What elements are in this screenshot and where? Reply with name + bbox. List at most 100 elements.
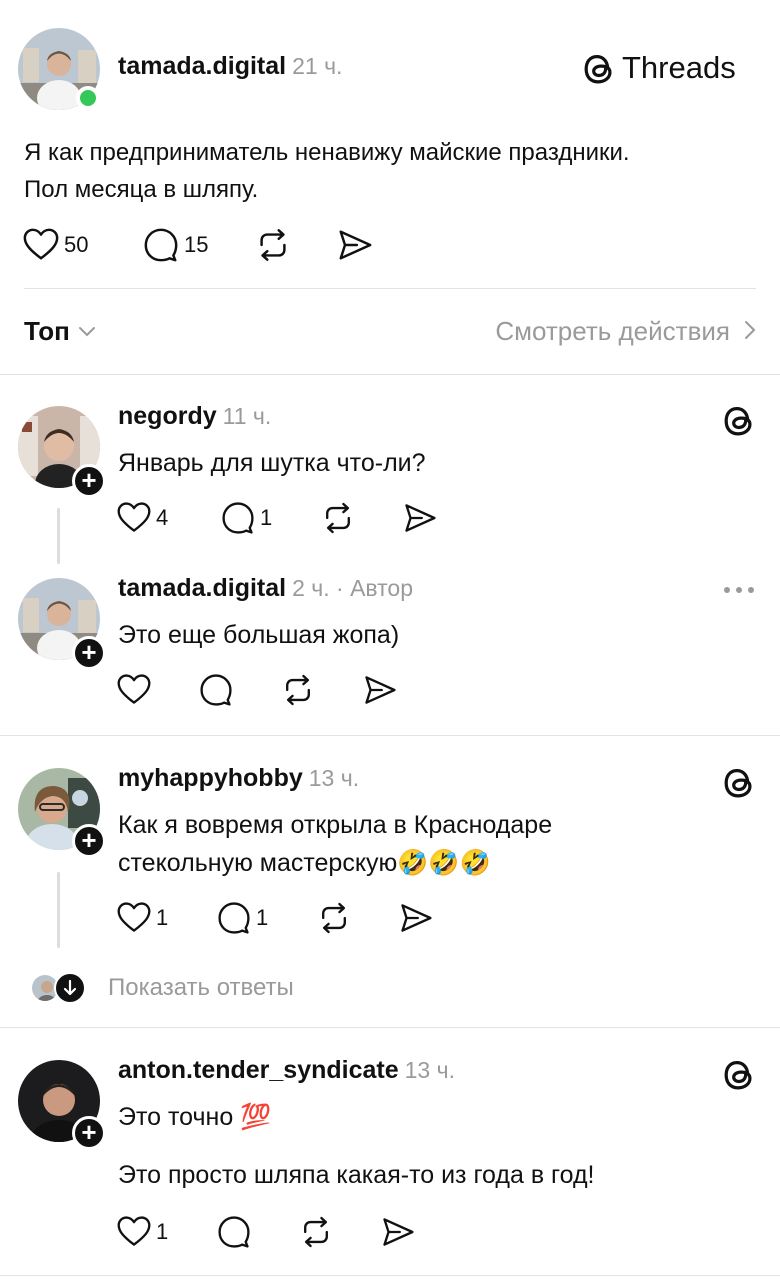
like-button[interactable]	[116, 670, 152, 710]
comment-icon	[216, 900, 252, 936]
share-icon	[336, 226, 374, 264]
comment-actions: 1	[116, 1212, 436, 1252]
repost-icon	[280, 672, 316, 708]
heart-icon	[22, 226, 60, 264]
repost-button[interactable]	[254, 225, 292, 265]
comment-author[interactable]: negordy 11 ч.	[118, 402, 271, 431]
repost-icon	[316, 900, 352, 936]
comment-icon	[198, 672, 234, 708]
comment-username[interactable]: anton.tender_syndicate	[118, 1056, 399, 1084]
comment-icon	[142, 226, 180, 264]
divider	[0, 1027, 780, 1028]
heart-icon	[116, 500, 152, 536]
share-icon	[362, 672, 398, 708]
repost-button[interactable]	[316, 898, 352, 938]
reply-button[interactable]	[198, 670, 234, 710]
reply-button[interactable]: 1	[216, 898, 268, 938]
like-button[interactable]: 4	[116, 498, 168, 538]
post-author[interactable]: tamada.digital 21 ч.	[118, 52, 342, 81]
comment-icon	[220, 500, 256, 536]
chevron-right-icon	[744, 320, 756, 345]
share-button[interactable]	[402, 498, 438, 538]
like-button[interactable]: 1	[116, 898, 168, 938]
heart-icon	[116, 1214, 152, 1250]
divider	[0, 374, 780, 375]
divider	[0, 735, 780, 736]
follow-plus-icon[interactable]: +	[72, 464, 106, 498]
post-time: 21 ч.	[292, 53, 343, 79]
threads-logo-icon[interactable]	[720, 764, 758, 807]
comment-time: 13 ч.	[404, 1057, 455, 1083]
share-button[interactable]	[398, 898, 434, 938]
share-button[interactable]	[336, 225, 374, 265]
comment-username[interactable]: negordy	[118, 402, 217, 430]
share-icon	[398, 900, 434, 936]
reply-count: 1	[256, 905, 269, 930]
heart-icon	[116, 900, 152, 936]
thread-line	[57, 872, 60, 948]
online-status-dot	[76, 86, 100, 110]
like-count: 1	[156, 905, 169, 930]
like-count: 4	[156, 505, 169, 530]
comment-icon	[216, 1214, 252, 1250]
divider	[24, 288, 756, 289]
view-activity-label: Смотреть действия	[495, 316, 730, 346]
reply-count: 1	[260, 505, 273, 530]
share-icon	[402, 500, 438, 536]
post-username[interactable]: tamada.digital	[118, 52, 286, 80]
comment-time: 13 ч.	[308, 765, 360, 791]
divider	[0, 1275, 780, 1276]
comment-username[interactable]: myhappyhobby	[118, 764, 303, 792]
share-icon	[380, 1214, 416, 1250]
thread-line	[57, 508, 60, 564]
more-icon[interactable]	[722, 582, 756, 603]
share-button[interactable]	[380, 1212, 416, 1252]
chevron-down-icon	[78, 325, 96, 343]
comment-text-line-1: Это точно 💯	[118, 1103, 272, 1131]
post-text-line-1: Я как предприниматель ненавижу майские п…	[24, 139, 630, 166]
repost-button[interactable]	[320, 498, 356, 538]
repost-icon	[298, 1214, 334, 1250]
comment-author[interactable]: myhappyhobby 13 ч.	[118, 764, 359, 793]
like-count: 50	[64, 232, 89, 257]
follow-plus-icon[interactable]: +	[72, 824, 106, 858]
comment-author[interactable]: tamada.digital 2 ч. · Автор	[118, 574, 413, 603]
repost-icon	[320, 500, 356, 536]
comment-text: Это еще большая жопа)	[118, 621, 400, 649]
comment-time: 2 ч. · Автор	[292, 575, 414, 601]
comment-text-line-1: Как я вовремя открыла в Краснодаре	[118, 811, 553, 839]
comment-text: Январь для шутка что-ли?	[118, 449, 426, 477]
repost-icon	[254, 226, 292, 264]
comment-actions	[116, 670, 416, 710]
brand-name: Threads	[622, 50, 736, 85]
like-button[interactable]: 1	[116, 1212, 168, 1252]
arrow-down-icon	[54, 972, 86, 1004]
threads-logo-icon	[580, 50, 618, 93]
show-replies-button[interactable]: Показать ответы	[30, 972, 294, 1004]
comment-actions: 4 1	[116, 498, 456, 538]
threads-logo-icon[interactable]	[720, 402, 758, 445]
like-count: 1	[156, 1219, 169, 1244]
comment-author[interactable]: anton.tender_syndicate 13 ч.	[118, 1056, 455, 1085]
like-button[interactable]: 50	[22, 225, 88, 265]
reply-count: 15	[184, 232, 209, 257]
sort-label: Топ	[24, 316, 70, 346]
comment-text-line-2: стекольную мастерскую🤣🤣🤣	[118, 849, 491, 877]
heart-icon	[116, 672, 152, 708]
follow-plus-icon[interactable]: +	[72, 636, 106, 670]
comment-text-line-2: Это просто шляпа какая-то из года в год!	[118, 1161, 595, 1189]
comment-username[interactable]: tamada.digital	[118, 574, 286, 602]
comment-actions: 1 1	[116, 898, 456, 938]
follow-plus-icon[interactable]: +	[72, 1116, 106, 1150]
threads-logo-icon[interactable]	[720, 1056, 758, 1099]
repost-button[interactable]	[298, 1212, 334, 1252]
show-replies-label: Показать ответы	[108, 974, 294, 1001]
share-button[interactable]	[362, 670, 398, 710]
repost-button[interactable]	[280, 670, 316, 710]
reply-button[interactable]: 1	[220, 498, 272, 538]
view-activity-link[interactable]: Смотреть действия	[495, 316, 756, 347]
reply-button[interactable]: 15	[142, 225, 208, 265]
comment-time: 11 ч.	[222, 403, 272, 429]
sort-dropdown[interactable]: Топ	[24, 316, 96, 347]
reply-button[interactable]	[216, 1212, 252, 1252]
